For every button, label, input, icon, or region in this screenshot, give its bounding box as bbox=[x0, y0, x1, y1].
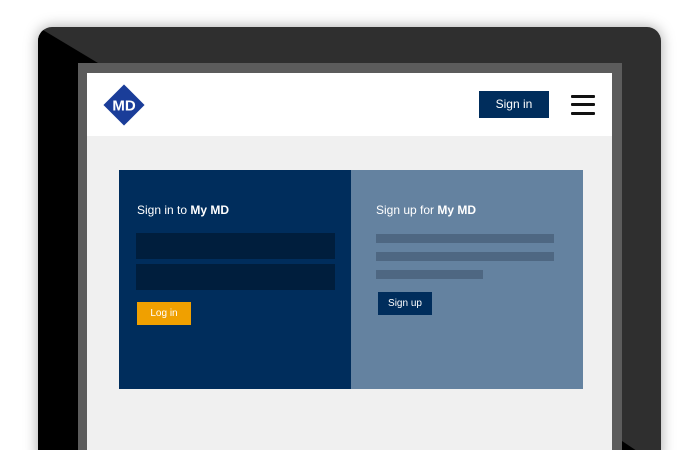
sign-up-heading: Sign up for My MD bbox=[376, 203, 477, 217]
sign-up-button[interactable]: Sign up bbox=[378, 292, 432, 315]
log-in-button[interactable]: Log in bbox=[137, 302, 191, 325]
placeholder-text-line bbox=[376, 270, 483, 279]
placeholder-text-line bbox=[376, 252, 554, 261]
sign-up-panel: Sign up for My MD Sign up bbox=[351, 170, 583, 389]
hamburger-menu-icon[interactable] bbox=[571, 95, 595, 115]
placeholder-text-line bbox=[376, 234, 554, 243]
account-card: Sign in to My MD Log in Sign up for My M… bbox=[119, 170, 583, 389]
username-field[interactable] bbox=[136, 233, 335, 259]
device-illustration: MD Sign in Sign in to My MD Log in Sign … bbox=[0, 0, 700, 450]
sign-in-button[interactable]: Sign in bbox=[479, 91, 549, 118]
logo-text: MD bbox=[112, 98, 135, 115]
site-header: MD Sign in bbox=[87, 73, 612, 136]
sign-in-panel: Sign in to My MD Log in bbox=[119, 170, 351, 389]
md-logo[interactable]: MD bbox=[101, 82, 147, 128]
tablet-screen: MD Sign in Sign in to My MD Log in Sign … bbox=[87, 73, 612, 450]
password-field[interactable] bbox=[136, 264, 335, 290]
sign-in-heading: Sign in to My MD bbox=[137, 203, 230, 217]
